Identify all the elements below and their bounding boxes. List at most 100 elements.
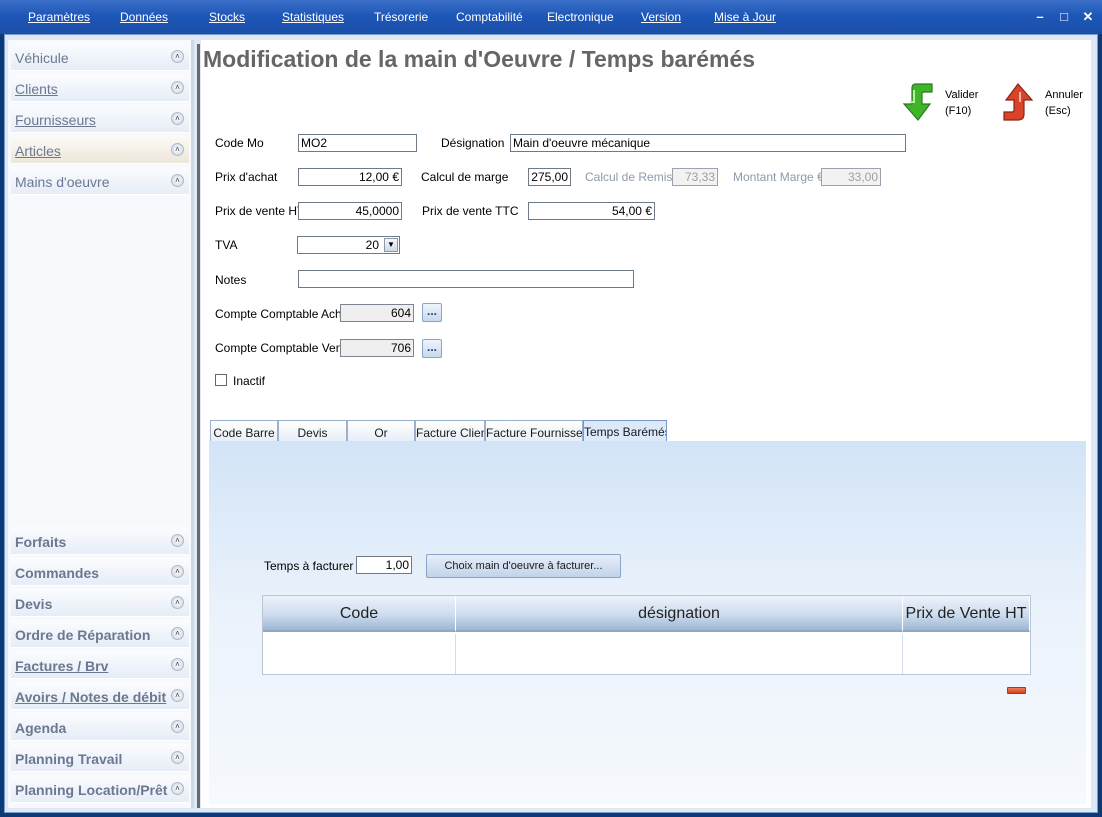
temps-facturer-label: Temps à facturer: [264, 559, 354, 573]
validate-shortcut: (F10): [945, 105, 972, 117]
chevron-up-icon[interactable]: ˄: [171, 751, 184, 764]
chevron-up-icon[interactable]: ˄: [171, 143, 184, 156]
sidebar-item-label: Avoirs / Notes de débit: [15, 689, 167, 705]
validate-arrow-icon: [902, 83, 933, 121]
remove-row-button[interactable]: [1007, 687, 1026, 694]
compte-vente-label: Compte Comptable Vente: [215, 341, 353, 355]
sidebar-item-vehicule[interactable]: Véhicule ˄: [11, 43, 189, 71]
notes-input[interactable]: [298, 270, 634, 288]
cancel-arrow-icon: [1003, 83, 1034, 121]
calcul-marge-input[interactable]: 275,00: [528, 168, 571, 186]
minimize-icon[interactable]: –: [1032, 9, 1048, 25]
grid-empty-cell: [903, 634, 1030, 674]
cancel-label: Annuler: [1045, 89, 1083, 101]
sidebar-item-label: Véhicule: [15, 50, 69, 66]
inactif-checkbox[interactable]: [215, 374, 227, 386]
temps-facturer-input[interactable]: 1,00: [356, 556, 412, 574]
sidebar-item-label: Planning Travail: [15, 751, 123, 767]
menubar: Paramètres Données Stocks Statistiques T…: [0, 0, 1102, 34]
tab-code-barre[interactable]: Code Barre: [210, 420, 278, 441]
labour-grid[interactable]: Code désignation Prix de Vente HT: [262, 595, 1031, 675]
sidebar-item-clients[interactable]: Clients ˄: [11, 74, 189, 102]
compte-achat-browse-button[interactable]: ...: [422, 303, 442, 322]
chevron-up-icon[interactable]: ˄: [171, 534, 184, 547]
chevron-up-icon[interactable]: ˄: [171, 658, 184, 671]
compte-achat-input[interactable]: 604: [340, 304, 414, 322]
sidebar-item-avoirs[interactable]: Avoirs / Notes de débit ˄: [11, 682, 189, 710]
menu-statistiques[interactable]: Statistiques: [282, 10, 344, 24]
inactif-label: Inactif: [233, 374, 266, 388]
sidebar-splitter[interactable]: [191, 40, 194, 808]
sidebar-item-fournisseurs[interactable]: Fournisseurs ˄: [11, 105, 189, 133]
sidebar-item-label: Fournisseurs: [15, 112, 96, 128]
cancel-shortcut: (Esc): [1045, 105, 1071, 117]
sidebar-item-label: Devis: [15, 596, 53, 612]
sidebar: Véhicule ˄ Clients ˄ Fournisseurs ˄ Arti…: [8, 40, 191, 808]
chevron-up-icon[interactable]: ˄: [171, 112, 184, 125]
sidebar-item-forfaits[interactable]: Forfaits ˄: [11, 527, 189, 555]
menu-comptabilite[interactable]: Comptabilité: [456, 10, 523, 24]
designation-input[interactable]: Main d'oeuvre mécanique: [510, 134, 906, 152]
sidebar-item-planning-travail[interactable]: Planning Travail ˄: [11, 744, 189, 772]
grid-header-prix-vente-ht[interactable]: Prix de Vente HT: [903, 596, 1030, 632]
maximize-icon[interactable]: □: [1056, 9, 1072, 25]
menu-parametres[interactable]: Paramètres: [28, 10, 90, 24]
chevron-up-icon[interactable]: ˄: [171, 174, 184, 187]
tab-or[interactable]: Or: [347, 420, 415, 441]
notes-label: Notes: [215, 273, 247, 287]
sidebar-item-mains-oeuvre[interactable]: Mains d'oeuvre ˄: [11, 167, 189, 195]
compte-vente-browse-button[interactable]: ...: [422, 339, 442, 358]
grid-empty-cell: [456, 634, 903, 674]
tab-facture-fournisseur[interactable]: Facture Fournisseur: [485, 420, 583, 441]
main-border: [197, 44, 200, 808]
sidebar-item-devis[interactable]: Devis ˄: [11, 589, 189, 617]
close-icon[interactable]: ✕: [1080, 9, 1096, 25]
sidebar-item-commandes[interactable]: Commandes ˄: [11, 558, 189, 586]
code-mo-label: Code Mo: [215, 136, 264, 150]
menu-stocks[interactable]: Stocks: [209, 10, 245, 24]
tva-label: TVA: [215, 238, 238, 252]
montant-marge-label: Montant Marge €: [733, 170, 824, 184]
chevron-down-icon[interactable]: ▼: [384, 238, 398, 252]
choose-labour-button[interactable]: Choix main d'oeuvre à facturer...: [426, 554, 621, 578]
chevron-up-icon[interactable]: ˄: [171, 720, 184, 733]
prix-vente-ttc-input[interactable]: 54,00 €: [528, 202, 655, 220]
sidebar-item-articles[interactable]: Articles ˄: [11, 136, 189, 164]
validate-label: Valider: [945, 89, 979, 101]
menu-electronique[interactable]: Electronique: [547, 10, 614, 24]
chevron-up-icon[interactable]: ˄: [171, 81, 184, 94]
chevron-up-icon[interactable]: ˄: [171, 782, 184, 795]
menu-donnees[interactable]: Données: [120, 10, 168, 24]
sidebar-item-ordre-reparation[interactable]: Ordre de Réparation ˄: [11, 620, 189, 648]
chevron-up-icon[interactable]: ˄: [171, 596, 184, 609]
sidebar-item-label: Planning Location/Prêt: [15, 782, 168, 798]
grid-header-code[interactable]: Code: [263, 596, 456, 632]
chevron-up-icon[interactable]: ˄: [171, 565, 184, 578]
sidebar-item-label: Agenda: [15, 720, 67, 736]
menu-version[interactable]: Version: [641, 10, 681, 24]
compte-achat-label: Compte Comptable Achat: [215, 307, 352, 321]
tab-devis[interactable]: Devis: [278, 420, 347, 441]
cancel-button[interactable]: Annuler (Esc): [996, 80, 1086, 122]
grid-header-designation[interactable]: désignation: [456, 596, 903, 632]
sidebar-item-factures[interactable]: Factures / Brv ˄: [11, 651, 189, 679]
sidebar-item-label: Factures / Brv: [15, 658, 109, 674]
chevron-up-icon[interactable]: ˄: [171, 50, 184, 63]
prix-achat-input[interactable]: 12,00 €: [298, 168, 402, 186]
prix-vente-ht-label: Prix de vente HT: [215, 204, 305, 218]
sidebar-item-label: Forfaits: [15, 534, 67, 550]
sidebar-item-planning-location[interactable]: Planning Location/Prêt ˄: [11, 775, 189, 803]
menu-mise-a-jour[interactable]: Mise à Jour: [714, 10, 776, 24]
code-mo-input[interactable]: MO2: [298, 134, 417, 152]
montant-marge-input: 33,00: [821, 168, 881, 186]
chevron-up-icon[interactable]: ˄: [171, 689, 184, 702]
compte-vente-input[interactable]: 706: [340, 339, 414, 357]
tab-temps-bareme[interactable]: Temps Barémés: [583, 420, 667, 441]
menu-tresorerie[interactable]: Trésorerie: [374, 10, 428, 24]
grid-empty-cell: [263, 634, 456, 674]
validate-button[interactable]: Valider (F10): [896, 80, 986, 122]
tab-facture-client[interactable]: Facture Client: [415, 420, 485, 441]
prix-vente-ht-input[interactable]: 45,0000: [298, 202, 402, 220]
sidebar-item-agenda[interactable]: Agenda ˄: [11, 713, 189, 741]
chevron-up-icon[interactable]: ˄: [171, 627, 184, 640]
